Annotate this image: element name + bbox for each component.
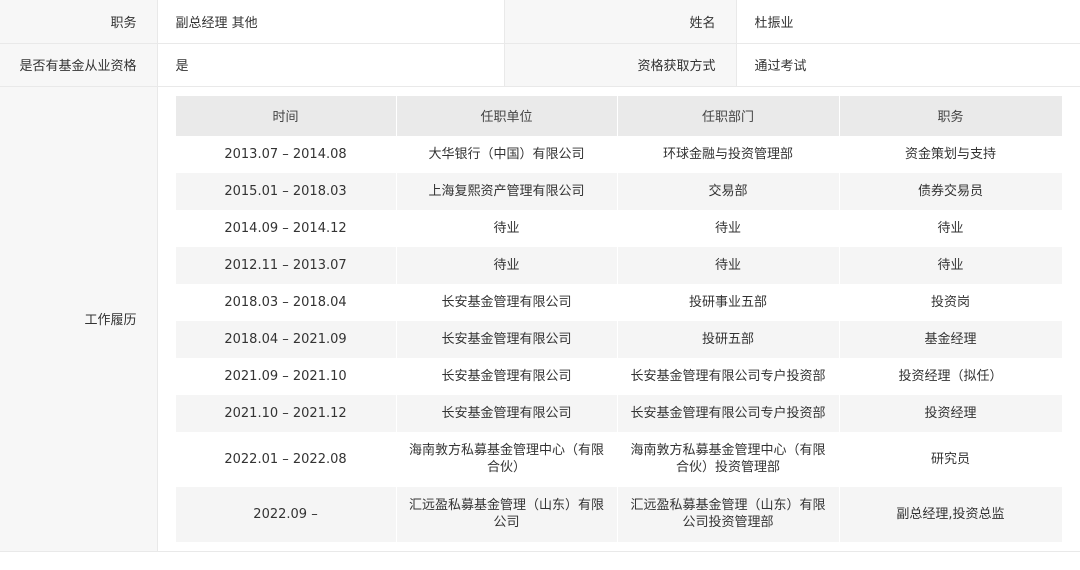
table-row: 2013.07 – 2014.08 大华银行（中国）有限公司 环球金融与投资管理… (175, 135, 1062, 173)
cell-company: 长安基金管理有限公司 (396, 320, 618, 358)
cell-department: 环球金融与投资管理部 (617, 135, 840, 173)
cell-time: 2013.07 – 2014.08 (175, 135, 397, 173)
cell-title: 待业 (839, 209, 1062, 247)
qualification-label: 是否有基金从业资格 (0, 43, 158, 87)
cell-time: 2014.09 – 2014.12 (175, 209, 397, 247)
work-history-table: 时间 任职单位 任职部门 职务 2013.07 – 2014.08 大华银行（中… (175, 95, 1062, 542)
header-department: 任职部门 (617, 95, 840, 136)
manager-profile-table: 职务 副总经理 其他 姓名 杜振业 是否有基金从业资格 是 资格获取方式 通过考… (0, 0, 1080, 552)
cell-title: 待业 (839, 246, 1062, 284)
cell-time: 2021.10 – 2021.12 (175, 394, 397, 432)
cell-company: 长安基金管理有限公司 (396, 394, 618, 432)
qualification-method-value: 通过考试 (736, 43, 1080, 87)
cell-company: 待业 (396, 209, 618, 247)
cell-title: 研究员 (839, 431, 1062, 487)
position-label: 职务 (0, 0, 158, 44)
cell-time: 2015.01 – 2018.03 (175, 172, 397, 210)
cell-title: 债券交易员 (839, 172, 1062, 210)
table-row: 2018.03 – 2018.04 长安基金管理有限公司 投研事业五部 投资岗 (175, 283, 1062, 321)
cell-company: 上海复熙资产管理有限公司 (396, 172, 618, 210)
cell-department: 待业 (617, 209, 840, 247)
work-history-label: 工作履历 (0, 86, 158, 552)
cell-title: 资金策划与支持 (839, 135, 1062, 173)
cell-department: 交易部 (617, 172, 840, 210)
name-label: 姓名 (504, 0, 737, 44)
position-value: 副总经理 其他 (157, 0, 505, 44)
cell-department: 汇远盈私募基金管理（山东）有限公司投资管理部 (617, 486, 840, 542)
cell-title: 基金经理 (839, 320, 1062, 358)
cell-company: 汇远盈私募基金管理（山东）有限公司 (396, 486, 618, 542)
header-company: 任职单位 (396, 95, 618, 136)
cell-department: 长安基金管理有限公司专户投资部 (617, 357, 840, 395)
work-history-header-row: 时间 任职单位 任职部门 职务 (175, 95, 1062, 136)
cell-company: 大华银行（中国）有限公司 (396, 135, 618, 173)
cell-title: 投资岗 (839, 283, 1062, 321)
cell-department: 待业 (617, 246, 840, 284)
cell-title: 投资经理（拟任） (839, 357, 1062, 395)
table-row: 2021.09 – 2021.10 长安基金管理有限公司 长安基金管理有限公司专… (175, 357, 1062, 395)
table-row: 2021.10 – 2021.12 长安基金管理有限公司 长安基金管理有限公司专… (175, 394, 1062, 432)
cell-department: 海南敦方私募基金管理中心（有限合伙）投资管理部 (617, 431, 840, 487)
profile-row-qualification: 是否有基金从业资格 是 资格获取方式 通过考试 (0, 43, 1080, 87)
table-row: 2012.11 – 2013.07 待业 待业 待业 (175, 246, 1062, 284)
cell-department: 投研事业五部 (617, 283, 840, 321)
work-history-cell: 时间 任职单位 任职部门 职务 2013.07 – 2014.08 大华银行（中… (157, 86, 1080, 552)
cell-time: 2018.03 – 2018.04 (175, 283, 397, 321)
cell-company: 长安基金管理有限公司 (396, 357, 618, 395)
cell-company: 待业 (396, 246, 618, 284)
header-title: 职务 (839, 95, 1062, 136)
table-row: 2022.01 – 2022.08 海南敦方私募基金管理中心（有限合伙） 海南敦… (175, 431, 1062, 487)
cell-time: 2022.01 – 2022.08 (175, 431, 397, 487)
cell-department: 投研五部 (617, 320, 840, 358)
name-value: 杜振业 (736, 0, 1080, 44)
cell-company: 海南敦方私募基金管理中心（有限合伙） (396, 431, 618, 487)
qualification-method-label: 资格获取方式 (504, 43, 737, 87)
cell-title: 投资经理 (839, 394, 1062, 432)
table-row: 2015.01 – 2018.03 上海复熙资产管理有限公司 交易部 债券交易员 (175, 172, 1062, 210)
profile-row-position: 职务 副总经理 其他 姓名 杜振业 (0, 0, 1080, 44)
cell-time: 2012.11 – 2013.07 (175, 246, 397, 284)
table-row: 2022.09 – 汇远盈私募基金管理（山东）有限公司 汇远盈私募基金管理（山东… (175, 486, 1062, 542)
qualification-value: 是 (157, 43, 505, 87)
header-time: 时间 (175, 95, 397, 136)
table-row: 2014.09 – 2014.12 待业 待业 待业 (175, 209, 1062, 247)
cell-title: 副总经理,投资总监 (839, 486, 1062, 542)
cell-time: 2021.09 – 2021.10 (175, 357, 397, 395)
cell-time: 2018.04 – 2021.09 (175, 320, 397, 358)
profile-row-work-history: 工作履历 时间 任职单位 任职部门 职务 2013.07 – 2014.08 大… (0, 86, 1080, 552)
table-row: 2018.04 – 2021.09 长安基金管理有限公司 投研五部 基金经理 (175, 320, 1062, 358)
cell-company: 长安基金管理有限公司 (396, 283, 618, 321)
cell-time: 2022.09 – (175, 486, 397, 542)
cell-department: 长安基金管理有限公司专户投资部 (617, 394, 840, 432)
